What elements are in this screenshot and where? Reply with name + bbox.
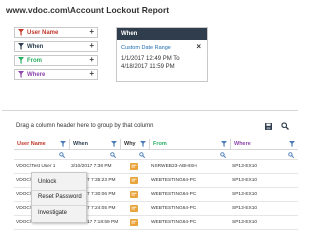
grid-filter-row xyxy=(14,150,298,160)
search-icon[interactable] xyxy=(110,152,116,158)
cell-when: 3/10/2017 7:38 PM xyxy=(71,164,112,169)
filter-label: Where xyxy=(27,71,46,78)
search-icon[interactable] xyxy=(288,152,294,158)
add-icon[interactable]: + xyxy=(89,27,94,36)
funnel-icon[interactable] xyxy=(60,141,66,147)
funnel-icon[interactable] xyxy=(289,141,295,147)
cell-from: WEBTESTING64-PC xyxy=(151,178,197,183)
save-icon[interactable] xyxy=(265,123,272,130)
filter-when[interactable]: When + xyxy=(14,41,98,52)
column-header-where[interactable]: Where xyxy=(230,139,298,149)
add-icon[interactable]: + xyxy=(89,69,94,78)
cell-where: SP13-EX10 xyxy=(232,164,258,169)
date-range-start: 1/1/2017 12:49 PM To xyxy=(121,56,180,62)
details-icon[interactable] xyxy=(130,177,138,184)
details-icon[interactable] xyxy=(130,219,138,226)
filter-cell-from[interactable] xyxy=(149,150,230,159)
add-icon[interactable]: + xyxy=(89,41,94,50)
search-icon[interactable] xyxy=(139,152,145,158)
menu-divider xyxy=(32,205,86,206)
cell-from: NSRWEB23-ABHISH xyxy=(151,164,197,169)
add-icon[interactable]: + xyxy=(89,55,94,64)
from-icon xyxy=(18,57,24,64)
column-label: Why xyxy=(124,141,136,147)
column-header-user-name[interactable]: User Name xyxy=(14,139,69,149)
column-label: When xyxy=(73,141,88,147)
column-header-from[interactable]: From xyxy=(149,139,230,149)
filter-cell-where[interactable] xyxy=(230,150,298,159)
cell-from: WEBTESTING64-PC xyxy=(151,220,197,225)
cell-user-name: VDOC\Test User 1 xyxy=(16,164,56,169)
menu-divider xyxy=(32,190,86,191)
user-name-icon xyxy=(18,29,24,36)
details-icon[interactable] xyxy=(130,205,138,212)
page-title: www.vdoc.com\Account Lockout Report xyxy=(6,5,170,15)
funnel-icon[interactable] xyxy=(111,141,117,147)
cell-from: WEBTESTING64-PC xyxy=(151,192,197,197)
group-by-hint[interactable]: Drag a column header here to group by th… xyxy=(16,123,153,129)
date-range-end: 4/18/2017 11:59 PM xyxy=(121,64,175,70)
menu-item-reset-password[interactable]: Reset Password xyxy=(38,194,82,200)
filter-where[interactable]: Where + xyxy=(14,69,98,80)
cell-from: WEBTESTING64-PC xyxy=(151,206,197,211)
funnel-icon[interactable] xyxy=(140,141,146,147)
row-context-menu: Unlock Reset Password Investigate xyxy=(31,172,87,223)
filter-list: User Name + When + From + Where + xyxy=(14,27,98,83)
filter-label: When xyxy=(27,43,44,50)
when-filter-panel: When Custom Date Range × 1/1/2017 12:49 … xyxy=(116,27,208,82)
column-header-why[interactable]: Why xyxy=(120,139,149,149)
menu-item-investigate[interactable]: Investigate xyxy=(38,210,67,216)
funnel-icon[interactable] xyxy=(221,141,227,147)
date-range-value: 1/1/2017 12:49 PM To 4/18/2017 11:59 PM xyxy=(121,55,180,71)
search-icon[interactable] xyxy=(220,152,226,158)
section-divider xyxy=(2,110,298,111)
cell-where: SP13-EX10 xyxy=(232,206,258,211)
where-icon xyxy=(18,71,24,78)
search-icon[interactable] xyxy=(59,152,65,158)
filter-cell-user-name[interactable] xyxy=(14,150,69,159)
filter-label: User Name xyxy=(27,29,59,36)
details-icon[interactable] xyxy=(130,191,138,198)
cell-where: SP13-EX10 xyxy=(232,220,258,225)
search-icon[interactable] xyxy=(281,122,289,130)
menu-item-unlock[interactable]: Unlock xyxy=(38,179,56,185)
filter-cell-when[interactable] xyxy=(69,150,120,159)
filter-user-name[interactable]: User Name + xyxy=(14,27,98,38)
cell-where: SP13-EX10 xyxy=(232,178,258,183)
filter-from[interactable]: From + xyxy=(14,55,98,66)
details-icon[interactable] xyxy=(130,163,138,170)
column-label: From xyxy=(153,141,167,147)
column-label: User Name xyxy=(17,141,46,147)
filter-cell-why[interactable] xyxy=(120,150,149,159)
close-icon[interactable]: × xyxy=(196,42,201,51)
when-panel-title: When xyxy=(117,28,207,40)
column-header-when[interactable]: When xyxy=(69,139,120,149)
grid-header-row: User Name When Why From Where xyxy=(14,139,298,150)
column-label: Where xyxy=(234,141,251,147)
date-range-type-link[interactable]: Custom Date Range xyxy=(121,45,171,51)
cell-where: SP13-EX10 xyxy=(232,192,258,197)
filter-label: From xyxy=(27,57,42,64)
when-icon xyxy=(18,43,24,50)
